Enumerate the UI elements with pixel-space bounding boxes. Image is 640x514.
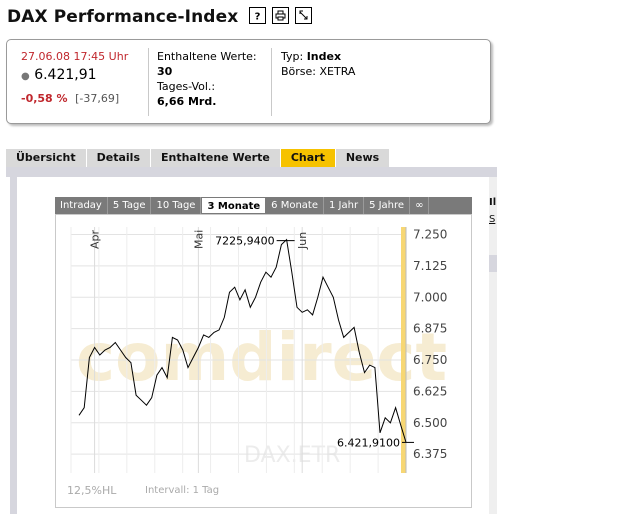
help-icon[interactable]: ?: [249, 7, 266, 24]
month-label: Jun: [296, 232, 309, 250]
constituents-label: Enthaltene Werte:: [157, 50, 257, 63]
y-tick-label: 7.125: [413, 259, 447, 273]
type-label: Typ:: [281, 50, 304, 63]
meta-column: Typ: Index Börse: XETRA: [281, 49, 481, 79]
quote-summary-box: 27.06.08 17:45 Uhr ● 6.421,91 -0,58 % [-…: [6, 39, 491, 124]
price-bullet-icon: ●: [21, 71, 30, 82]
quote-timestamp: 27.06.08 17:45 Uhr: [21, 50, 129, 63]
column-divider: [271, 48, 272, 116]
type-value: Index: [306, 50, 342, 63]
tab-news[interactable]: News: [335, 149, 391, 167]
refresh-icon[interactable]: [295, 7, 312, 24]
volume-value: 6,66 Mrd.: [157, 95, 217, 108]
chart-scale-label: 12,5%HL: [67, 484, 117, 497]
range-6-monate[interactable]: 6 Monate: [266, 197, 324, 214]
svg-text:?: ?: [255, 12, 261, 22]
sidebar-heading: Il: [489, 197, 497, 208]
watermark-text: comdirect: [76, 319, 447, 396]
sidebar-bar: [489, 255, 497, 272]
month-label: Apr: [89, 229, 102, 249]
constituents-value: 30: [157, 65, 173, 78]
chart-interval-label: Intervall: 1 Tag: [145, 485, 220, 496]
section-tabs: Übersicht Details Enthaltene Werte Chart…: [6, 149, 391, 167]
exchange-value: XETRA: [319, 65, 356, 78]
y-tick-label: 6.375: [413, 447, 447, 461]
range-5-jahre[interactable]: 5 Jahre: [364, 197, 411, 214]
y-tick-label: 6.875: [413, 322, 447, 336]
max-value-label: 7225,9400: [215, 235, 275, 248]
y-axis-band: [401, 227, 406, 473]
tab-underline: [6, 167, 497, 177]
quote-column: 27.06.08 17:45 Uhr ● 6.421,91 -0,58 % [-…: [21, 49, 145, 106]
last-value-label: 6.421,9100: [337, 436, 400, 449]
quote-price-line: ● 6.421,91: [21, 66, 145, 86]
y-tick-label: 6.500: [413, 416, 447, 430]
range-max[interactable]: ∞: [410, 197, 430, 214]
symbol-watermark: DAX.ETR: [244, 443, 340, 468]
price-chart: comdirect DAX.ETR 7.250 7.125 7.000 6.875 6.75…: [55, 214, 472, 508]
range-3-monate[interactable]: 3 Monate: [201, 197, 267, 214]
range-1-jahr[interactable]: 1 Jahr: [324, 197, 365, 214]
month-label: Mai: [192, 230, 205, 249]
y-tick-label: 7.000: [413, 290, 447, 304]
sidebar-link[interactable]: S: [489, 214, 495, 225]
price-chart-svg: comdirect DAX.ETR 7.250 7.125 7.000 6.875 6.75…: [70, 227, 447, 473]
tab-chart[interactable]: Chart: [280, 149, 336, 167]
quote-change-line: -0,58 % [-37,69]: [21, 91, 145, 106]
tab-enthaltene-werte[interactable]: Enthaltene Werte: [151, 149, 281, 167]
print-icon[interactable]: [272, 7, 289, 24]
y-tick-label: 6.750: [413, 353, 447, 367]
tab-uebersicht[interactable]: Übersicht: [6, 149, 87, 167]
range-intraday[interactable]: Intraday: [55, 197, 108, 214]
type-row: Typ: Index: [281, 49, 481, 64]
y-tick-label: 7.250: [413, 228, 447, 242]
title-toolbar: ?: [249, 7, 312, 24]
y-tick-label: 6.625: [413, 384, 447, 398]
range-10-tage[interactable]: 10 Tage: [151, 197, 202, 214]
quote-change-abs: [-37,69]: [75, 92, 120, 105]
quote-price: 6.421,91: [34, 67, 97, 83]
quote-change-pct: -0,58 %: [21, 92, 68, 105]
tab-details[interactable]: Details: [86, 149, 151, 167]
exchange-row: Börse: XETRA: [281, 64, 481, 79]
stats-column: Enthaltene Werte: 30 Tages-Vol.: 6,66 Mr…: [157, 49, 267, 109]
page-title: DAX Performance-Index: [7, 7, 239, 27]
volume-label: Tages-Vol.:: [157, 80, 216, 93]
column-divider: [148, 48, 149, 116]
time-range-bar: Intraday 5 Tage 10 Tage 3 Monate 6 Monat…: [55, 197, 472, 214]
exchange-label: Börse:: [281, 65, 317, 78]
range-5-tage[interactable]: 5 Tage: [108, 197, 152, 214]
